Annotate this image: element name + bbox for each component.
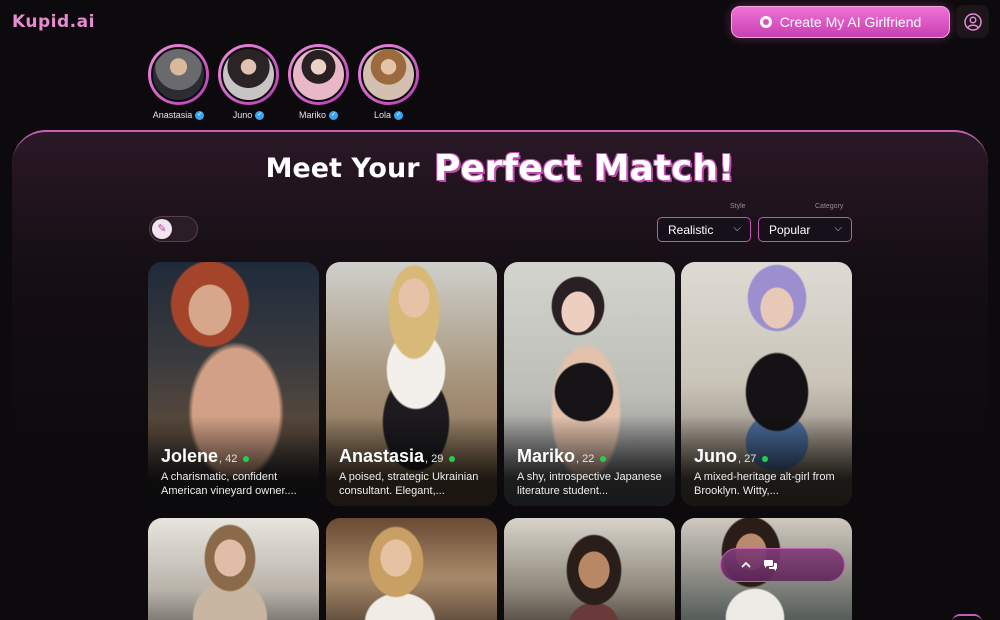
feather-icon: ✎: [152, 219, 172, 239]
story-mariko[interactable]: Mariko ✓: [288, 44, 349, 120]
story-avatar: [151, 47, 206, 102]
chat-toggle-button[interactable]: [720, 548, 845, 582]
create-button-label: Create My AI Girlfriend: [779, 14, 922, 30]
character-card[interactable]: [504, 518, 675, 620]
card-name: Mariko: [517, 446, 576, 466]
card-photo: [504, 518, 675, 620]
story-avatar: [361, 47, 416, 102]
verified-icon: ✓: [329, 110, 338, 120]
category-select[interactable]: Popular ⌵: [758, 217, 852, 242]
verified-icon: ✓: [255, 110, 265, 120]
online-indicator: [600, 456, 607, 462]
card-description: A poised, strategic Ukrainian consultant…: [339, 471, 479, 497]
headline-part1: Meet Your: [265, 153, 420, 184]
online-indicator: [762, 456, 769, 462]
character-card[interactable]: [148, 518, 319, 620]
story-name: Anastasia: [152, 110, 193, 120]
card-name: Jolene: [161, 446, 219, 466]
chat-bubbles-icon: [764, 559, 777, 571]
corner-decoration: [952, 614, 982, 620]
verified-icon: ✓: [195, 110, 205, 120]
card-photo: [326, 518, 497, 620]
character-card-jolene[interactable]: Jolene , 42 A charismatic, confident Ame…: [148, 262, 319, 506]
online-indicator: [243, 456, 250, 462]
stories-row: Anastasia ✓ Juno ✓ Mariko ✓ Lola ✓: [148, 44, 419, 120]
story-avatar: [221, 47, 276, 102]
mode-toggle[interactable]: ✎: [149, 216, 198, 242]
story-lola[interactable]: Lola ✓: [358, 44, 419, 120]
profile-button[interactable]: [956, 5, 989, 38]
story-avatar: [291, 47, 346, 102]
category-caption: Category: [815, 203, 844, 210]
card-description: A mixed-heritage alt-girl from Brooklyn.…: [694, 471, 835, 497]
page-title: Meet Your Perfect Match!: [0, 148, 1000, 189]
character-card-anastasia[interactable]: Anastasia , 29 A poised, strategic Ukrai…: [326, 262, 497, 506]
character-card-juno[interactable]: Juno , 27 A mixed-heritage alt-girl from…: [681, 262, 852, 506]
story-name: Lola: [373, 110, 391, 120]
card-age: , 22: [576, 453, 595, 465]
card-age: , 27: [738, 453, 757, 465]
story-juno[interactable]: Juno ✓: [218, 44, 279, 120]
user-icon: [963, 12, 982, 31]
card-name: Anastasia: [339, 446, 425, 466]
story-name: Mariko: [298, 110, 326, 120]
chevron-down-icon: ⌵: [733, 223, 741, 234]
card-age: , 42: [219, 453, 238, 465]
card-description: A charismatic, confident American vineya…: [161, 471, 297, 497]
card-description: A shy, introspective Japanese literature…: [517, 471, 662, 497]
sparkle-icon: [759, 16, 772, 28]
headline-part2: Perfect Match!: [433, 148, 735, 189]
logo[interactable]: Kupid.ai: [12, 12, 95, 32]
story-anastasia[interactable]: Anastasia ✓: [148, 44, 209, 120]
category-value: Popular: [769, 222, 811, 237]
style-select[interactable]: Realistic ⌵: [657, 217, 751, 242]
style-value: Realistic: [668, 222, 714, 237]
chevron-down-icon: ⌵: [834, 223, 842, 234]
card-age: , 29: [425, 453, 444, 465]
style-caption: Style: [730, 203, 746, 210]
online-indicator: [449, 456, 456, 462]
verified-icon: ✓: [394, 110, 403, 120]
story-name: Juno: [232, 110, 253, 120]
card-photo: [148, 518, 319, 620]
character-card-mariko[interactable]: Mariko , 22 A shy, introspective Japanes…: [504, 262, 675, 506]
character-card[interactable]: [326, 518, 497, 620]
card-name: Juno: [694, 446, 737, 466]
create-girlfriend-button[interactable]: Create My AI Girlfriend: [731, 6, 950, 38]
chevron-up-icon: [741, 561, 751, 568]
